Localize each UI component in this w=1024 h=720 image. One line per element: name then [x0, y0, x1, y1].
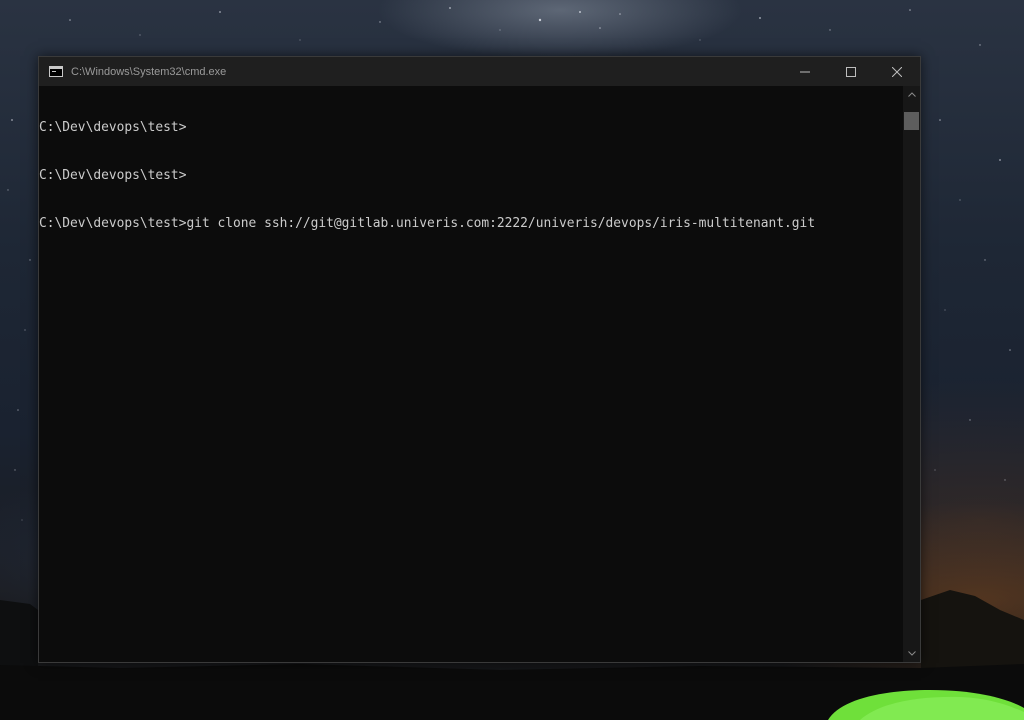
- window-title: C:\Windows\System32\cmd.exe: [71, 65, 227, 78]
- window-controls: [782, 57, 920, 86]
- close-button[interactable]: [874, 57, 920, 86]
- scrollbar-thumb[interactable]: [904, 112, 919, 130]
- minimize-button[interactable]: [782, 57, 828, 86]
- cmd-icon[interactable]: [49, 66, 63, 77]
- maximize-button[interactable]: [828, 57, 874, 86]
- scroll-down-button[interactable]: [903, 645, 920, 662]
- chevron-up-icon: [907, 92, 916, 97]
- console-output[interactable]: C:\Dev\devops\test> C:\Dev\devops\test> …: [39, 86, 903, 662]
- minimize-icon: [800, 71, 810, 72]
- console-line: C:\Dev\devops\test>: [39, 168, 187, 183]
- maximize-icon: [846, 66, 856, 77]
- close-icon: [892, 66, 902, 77]
- console-line: C:\Dev\devops\test>git clone ssh://git@g…: [39, 216, 816, 231]
- vertical-scrollbar[interactable]: [903, 86, 920, 662]
- title-bar[interactable]: C:\Windows\System32\cmd.exe: [39, 57, 920, 86]
- console-line: C:\Dev\devops\test>: [39, 120, 187, 135]
- cmd-window[interactable]: C:\Windows\System32\cmd.exe C:\Dev\devop…: [38, 56, 921, 663]
- chevron-down-icon: [907, 651, 916, 656]
- scroll-up-button[interactable]: [903, 86, 920, 103]
